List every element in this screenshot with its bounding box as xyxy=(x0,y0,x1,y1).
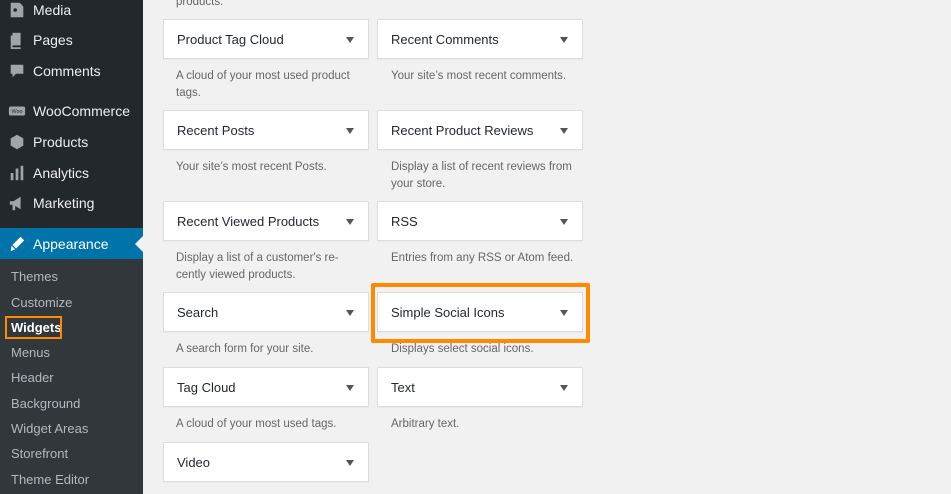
widget-description: Your site’s most recent Posts. xyxy=(176,161,327,173)
widget-search[interactable]: Search xyxy=(163,292,369,332)
widget-title: Recent Viewed Products xyxy=(177,213,320,229)
submenu-item-themes[interactable]: Themes xyxy=(11,267,58,287)
menu-label: Appearance xyxy=(33,235,109,252)
widget-recent-product-reviews[interactable]: Recent Product Reviews xyxy=(377,110,583,150)
menu-item-media[interactable]: Media xyxy=(0,0,143,25)
menu-label: Media xyxy=(33,1,72,18)
widget-toggle-arrow-icon[interactable] xyxy=(560,385,568,391)
menu-item-comments[interactable]: Comments xyxy=(0,55,143,86)
menu-item-products[interactable]: Products xyxy=(0,126,143,157)
current-menu-arrow xyxy=(135,236,143,252)
widget-description: Arbitrary text. xyxy=(391,418,460,430)
widget-title: Product Tag Cloud xyxy=(177,31,284,47)
widget-video[interactable]: Video xyxy=(163,442,369,482)
widget-title: Recent Posts xyxy=(177,122,255,138)
widget-toggle-arrow-icon[interactable] xyxy=(346,128,354,134)
widget-description: Entries from any RSS or Atom feed. xyxy=(391,252,574,264)
widget-tag-cloud[interactable]: Tag Cloud xyxy=(163,367,369,407)
menu-item-woocommerce[interactable]: Woo WooCommerce xyxy=(0,95,143,126)
widget-toggle-arrow-icon[interactable] xyxy=(346,385,354,391)
marketing-icon xyxy=(7,193,27,213)
widget-description: A search form for your site. xyxy=(176,343,314,355)
submenu-item-menus[interactable]: Menus xyxy=(11,343,50,363)
menu-item-marketing[interactable]: Marketing xyxy=(0,187,143,218)
widget-description: A cloud of your most used product tags. xyxy=(176,70,350,99)
widget-title: RSS xyxy=(391,213,418,229)
submenu-item-widget-areas[interactable]: Widget Areas xyxy=(11,419,88,439)
widget-text[interactable]: Text xyxy=(377,367,583,407)
submenu-item-theme-editor[interactable]: Theme Editor xyxy=(11,470,89,490)
widget-toggle-arrow-icon[interactable] xyxy=(560,219,568,225)
submenu-item-header[interactable]: Header xyxy=(11,368,54,388)
widget-toggle-arrow-icon[interactable] xyxy=(346,310,354,316)
widget-title: Video xyxy=(177,454,211,470)
menu-item-analytics[interactable]: Analytics xyxy=(0,157,143,188)
widget-toggle-arrow-icon[interactable] xyxy=(346,219,354,225)
widget-description: Your site’s most recent comments. xyxy=(391,70,567,82)
menu-item-appearance[interactable]: Appearance xyxy=(0,228,143,259)
widget-title: Text xyxy=(391,379,415,395)
menu-label: WooCommerce xyxy=(33,102,130,119)
comments-icon xyxy=(7,61,27,81)
widget-toggle-arrow-icon[interactable] xyxy=(560,37,568,43)
analytics-icon xyxy=(7,163,27,183)
admin-sidebar: Media Pages Comments Woo WooCommerce Pro… xyxy=(0,0,143,494)
menu-label: Analytics xyxy=(33,164,90,181)
menu-label: Pages xyxy=(33,31,73,48)
widget-description: Displays select social icons. xyxy=(391,343,534,355)
menu-label: Marketing xyxy=(33,194,95,211)
widget-toggle-arrow-icon[interactable] xyxy=(346,37,354,43)
pages-icon xyxy=(7,30,27,50)
widget-description: A cloud of your most used tags. xyxy=(176,418,337,430)
widget-title: Recent Comments xyxy=(391,31,499,47)
submenu-item-background[interactable]: Background xyxy=(11,394,80,414)
widget-recent-comments[interactable]: Recent Comments xyxy=(377,19,583,59)
widget-description: Display a list of recent reviews from yo… xyxy=(391,161,572,190)
svg-text:Woo: Woo xyxy=(12,108,23,114)
media-icon xyxy=(7,0,27,20)
widget-title: Tag Cloud xyxy=(177,379,236,395)
widget-recent-posts[interactable]: Recent Posts xyxy=(163,110,369,150)
widget-description: Display a list of a customer's re-cently… xyxy=(176,252,339,281)
widget-toggle-arrow-icon[interactable] xyxy=(560,128,568,134)
appearance-icon xyxy=(7,234,27,254)
widget-toggle-arrow-icon[interactable] xyxy=(346,460,354,466)
widget-title: Search xyxy=(177,304,219,320)
widget-product-tag-cloud[interactable]: Product Tag Cloud xyxy=(163,19,369,59)
widget-recent-viewed-products[interactable]: Recent Viewed Products xyxy=(163,201,369,241)
widgets-highlight-box xyxy=(5,316,62,339)
menu-label: Products xyxy=(33,133,89,150)
products-icon xyxy=(7,132,27,152)
woocommerce-icon: Woo xyxy=(7,101,27,121)
submenu-item-storefront[interactable]: Storefront xyxy=(11,444,68,464)
submenu-item-customize[interactable]: Customize xyxy=(11,293,72,313)
simple-social-icons-highlight-box xyxy=(371,283,590,343)
widget-title: Recent Product Reviews xyxy=(391,122,534,138)
widget-rss[interactable]: RSS xyxy=(377,201,583,241)
menu-item-pages[interactable]: Pages xyxy=(0,24,143,55)
widget-description: products. xyxy=(176,0,224,8)
menu-label: Comments xyxy=(33,62,101,79)
